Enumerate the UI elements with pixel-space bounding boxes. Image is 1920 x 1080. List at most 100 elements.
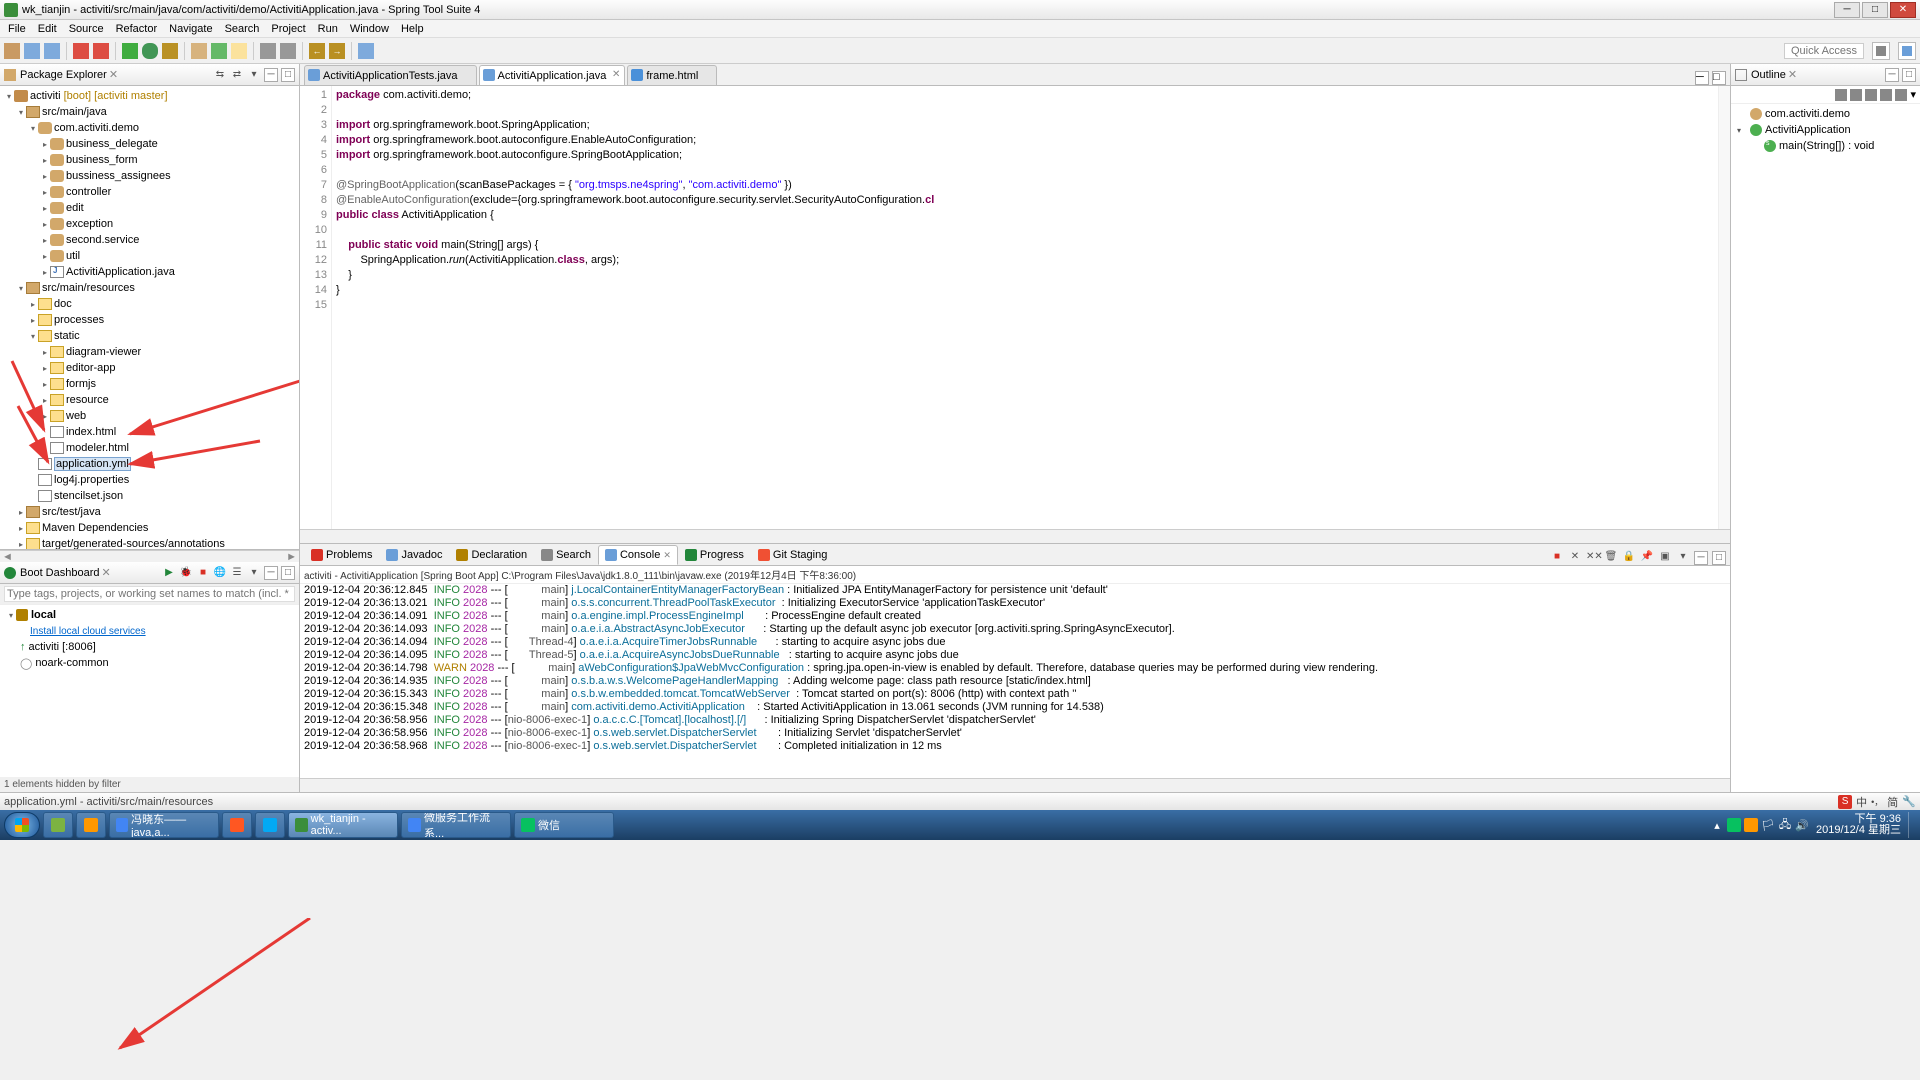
tree-node[interactable]: ▸processes	[0, 312, 299, 328]
view-menu-icon[interactable]: ▾	[247, 68, 261, 82]
stop-app-icon[interactable]: ■	[196, 566, 210, 580]
overview-ruler[interactable]	[1718, 86, 1730, 529]
menu-edit[interactable]: Edit	[32, 23, 63, 35]
forward-icon[interactable]: →	[329, 43, 345, 59]
tree-node[interactable]: ▸target/generated-sources/annotations	[0, 536, 299, 550]
boot-filter-input[interactable]	[4, 586, 295, 602]
tree-node[interactable]: ▸edit	[0, 200, 299, 216]
tree-node[interactable]: ▾src/main/resources	[0, 280, 299, 296]
boot-app-noark[interactable]: ◯ noark-common	[2, 655, 297, 671]
tab-git-staging[interactable]: Git Staging	[751, 545, 834, 565]
hide-local-icon[interactable]	[1895, 89, 1907, 101]
tab-javadoc[interactable]: Javadoc	[379, 545, 449, 565]
tree-node[interactable]: ▾src/main/java	[0, 104, 299, 120]
tree-node[interactable]: modeler.html	[0, 440, 299, 456]
outline-maximize-icon[interactable]: □	[1902, 68, 1916, 82]
horizontal-scrollbar[interactable]: ◄►	[0, 550, 299, 562]
tree-node[interactable]: ▸resource	[0, 392, 299, 408]
console-output[interactable]: 2019-12-04 20:36:12.845 INFO 2028 --- [ …	[300, 584, 1730, 778]
new-class-icon[interactable]	[211, 43, 227, 59]
minimize-button[interactable]: ─	[1834, 2, 1860, 18]
outline-minimize-icon[interactable]: ─	[1885, 68, 1899, 82]
taskbar-chrome-1[interactable]: 冯晓东——java,a...	[109, 812, 219, 838]
minimize-view-icon[interactable]: ─	[264, 68, 278, 82]
editor-minimize-icon[interactable]: ─	[1695, 71, 1709, 85]
tree-node[interactable]: ▾static	[0, 328, 299, 344]
minimize-console-icon[interactable]: ─	[1694, 551, 1708, 565]
tree-node[interactable]: ▸editor-app	[0, 360, 299, 376]
tree-node[interactable]: ▸business_delegate	[0, 136, 299, 152]
taskbar-chrome-2[interactable]: 微服务工作流系...	[401, 812, 511, 838]
tree-node[interactable]: ▸formjs	[0, 376, 299, 392]
remove-launch-icon[interactable]: ✕	[1568, 551, 1582, 565]
taskbar-sts[interactable]: wk_tianjin - activ...	[288, 812, 398, 838]
outline-menu-icon[interactable]: ▾	[1910, 88, 1916, 101]
tree-node[interactable]: ▸util	[0, 248, 299, 264]
tab-progress[interactable]: Progress	[678, 545, 751, 565]
tray-volume-icon[interactable]: 🔊	[1795, 818, 1809, 832]
line-gutter[interactable]: 123456789101112131415	[300, 86, 332, 529]
taskbar-wechat[interactable]: 微信	[514, 812, 614, 838]
editor-tab[interactable]: ActivitiApplicationTests.java	[304, 65, 477, 85]
new-icon[interactable]	[4, 43, 20, 59]
taskbar-app-3[interactable]	[222, 812, 252, 838]
debug-start-icon[interactable]: 🐞	[179, 566, 193, 580]
menu-refactor[interactable]: Refactor	[110, 23, 164, 35]
tree-node[interactable]: ▸Maven Dependencies	[0, 520, 299, 536]
menu-navigate[interactable]: Navigate	[163, 23, 218, 35]
tray-network-icon[interactable]: 🖧	[1778, 818, 1792, 832]
package-explorer-tree[interactable]: ▾activiti [boot] [activiti master]▾src/m…	[0, 86, 299, 550]
tab-declaration[interactable]: Declaration	[449, 545, 534, 565]
install-cloud-link[interactable]: Install local cloud services	[2, 623, 297, 639]
taskbar-app-4[interactable]	[255, 812, 285, 838]
boot-menu-icon[interactable]: ▾	[247, 566, 261, 580]
outline-class[interactable]: ▾ ActivitiApplication	[1733, 122, 1918, 138]
open-console-icon[interactable]: ▾	[1676, 551, 1690, 565]
stop-icon[interactable]	[73, 43, 89, 59]
new-folder-icon[interactable]	[231, 43, 247, 59]
save-all-icon[interactable]	[44, 43, 60, 59]
ime-tool-icon[interactable]: 🔧	[1902, 795, 1916, 808]
tree-node[interactable]: ▾activiti [boot] [activiti master]	[0, 88, 299, 104]
pin-console-icon[interactable]: 📌	[1640, 551, 1654, 565]
ime-sub[interactable]: 简	[1887, 794, 1898, 810]
menu-source[interactable]: Source	[63, 23, 110, 35]
boot-local-node[interactable]: ▾ local	[2, 607, 297, 623]
quick-access-input[interactable]	[1784, 43, 1864, 59]
taskbar-app-2[interactable]	[76, 812, 106, 838]
filter-icon[interactable]: ☰	[230, 566, 244, 580]
tray-app-icon[interactable]	[1727, 818, 1741, 832]
tab-search[interactable]: Search	[534, 545, 598, 565]
java-perspective-button[interactable]	[1898, 42, 1916, 60]
coverage-icon[interactable]	[162, 43, 178, 59]
console-scrollbar[interactable]	[300, 778, 1730, 792]
pin-icon[interactable]	[358, 43, 374, 59]
code-editor[interactable]: package com.activiti.demo; import org.sp…	[332, 86, 1718, 529]
tray-app-icon-2[interactable]	[1744, 818, 1758, 832]
toggle-mark-icon[interactable]	[280, 43, 296, 59]
tab-console[interactable]: Console ✕	[598, 545, 678, 565]
editor-tab[interactable]: frame.html	[627, 65, 717, 85]
maximize-boot-icon[interactable]: □	[281, 566, 295, 580]
run-icon[interactable]	[142, 43, 158, 59]
menu-help[interactable]: Help	[395, 23, 430, 35]
minimize-boot-icon[interactable]: ─	[264, 566, 278, 580]
tree-node[interactable]: log4j.properties	[0, 472, 299, 488]
sort-icon[interactable]	[1835, 89, 1847, 101]
outline-package[interactable]: com.activiti.demo	[1733, 106, 1918, 122]
maximize-view-icon[interactable]: □	[281, 68, 295, 82]
close-button[interactable]: ✕	[1890, 2, 1916, 18]
boot-app-activiti[interactable]: ↑ activiti [:8006]	[2, 639, 297, 655]
tree-node[interactable]: ▸bussiness_assignees	[0, 168, 299, 184]
display-console-icon[interactable]: ▣	[1658, 551, 1672, 565]
search-icon[interactable]	[260, 43, 276, 59]
tree-node[interactable]: ▸doc	[0, 296, 299, 312]
tree-node[interactable]: ▸business_form	[0, 152, 299, 168]
tree-node[interactable]: ▸controller	[0, 184, 299, 200]
outline-method[interactable]: s main(String[]) : void	[1733, 138, 1918, 154]
maximize-console-icon[interactable]: □	[1712, 551, 1726, 565]
tree-node[interactable]: ▾com.activiti.demo	[0, 120, 299, 136]
start-button[interactable]	[4, 812, 40, 838]
tree-node[interactable]: ▸diagram-viewer	[0, 344, 299, 360]
tree-node[interactable]: stencilset.json	[0, 488, 299, 504]
